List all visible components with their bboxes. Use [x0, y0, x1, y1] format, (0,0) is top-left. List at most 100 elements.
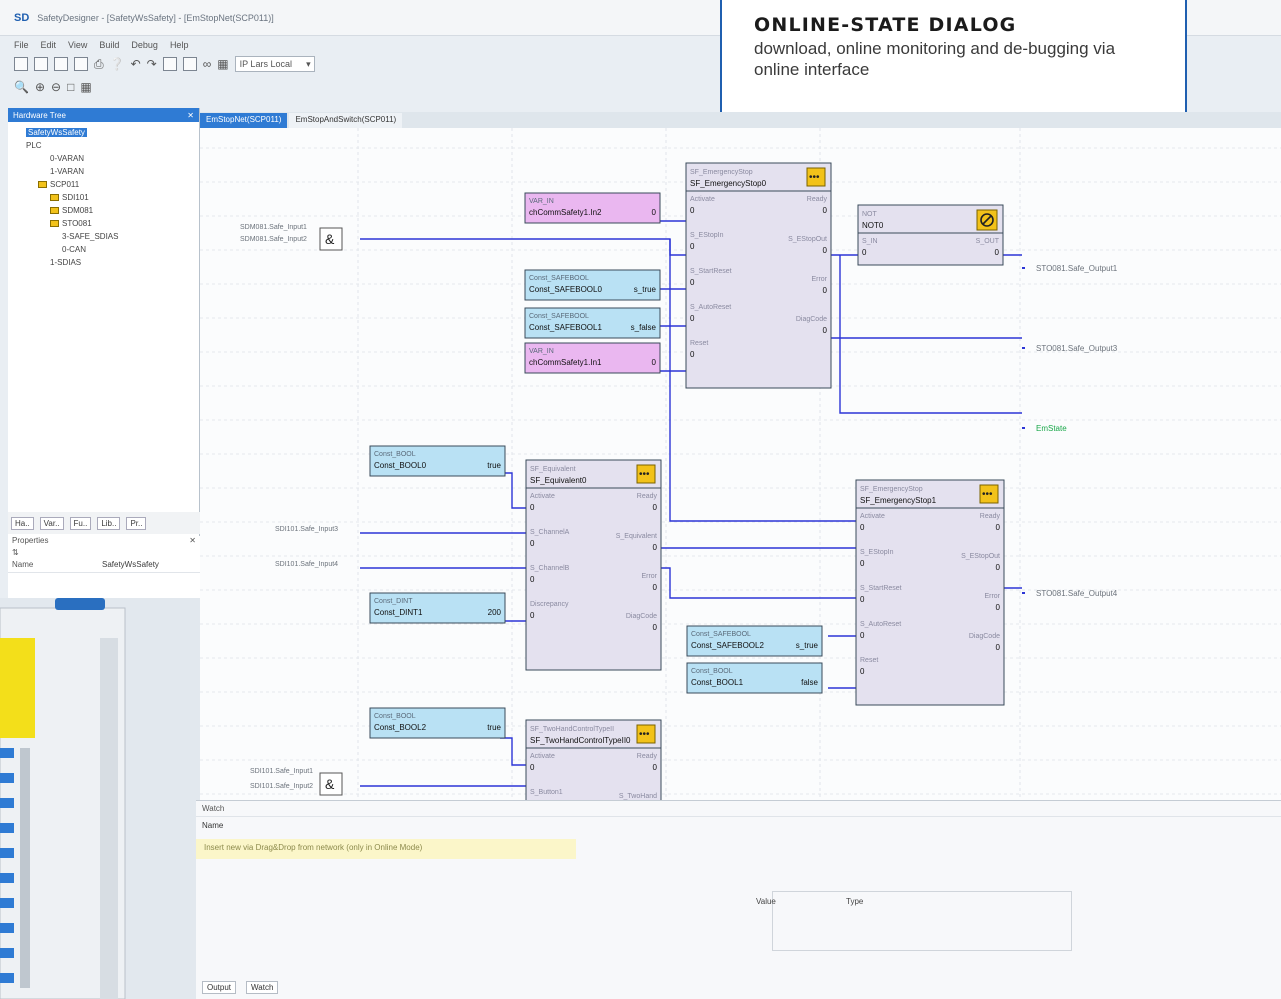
tree-item[interactable]: STO081 — [14, 217, 193, 230]
tab-output[interactable]: Output — [202, 981, 237, 994]
block-input-pin: S_StartReset — [860, 585, 902, 592]
search-icon[interactable]: 🔍 — [14, 80, 29, 94]
watch-grid — [772, 891, 1072, 951]
tab-hardware[interactable]: Ha.. — [11, 516, 34, 530]
tab-emstopnet[interactable]: EmStopNet(SCP011) — [200, 113, 288, 128]
new-file-icon[interactable] — [14, 57, 28, 71]
build-icon[interactable] — [162, 57, 177, 71]
watch-column-name: Name — [202, 820, 224, 830]
zoom-out-icon[interactable]: ⊖ — [51, 80, 61, 94]
constant-value: s_true — [796, 641, 819, 650]
tree-item[interactable]: SDI101 — [14, 191, 193, 204]
menu-file[interactable]: File — [14, 40, 29, 50]
block-input-pin: Reset — [860, 657, 878, 664]
constant-type: Const_SAFEBOOL — [529, 313, 589, 320]
block-type: SF_Equivalent — [530, 466, 576, 473]
constant-type: Const_BOOL — [691, 668, 733, 675]
tree-item[interactable]: 1-SDIAS — [14, 256, 193, 269]
tree-item[interactable]: PLC — [14, 139, 193, 152]
block-pin-value: 0 — [823, 326, 828, 335]
block-pin-value: 0 — [653, 763, 658, 772]
watch-panel: Watch Name Insert new via Drag&Drop from… — [196, 800, 1281, 999]
close-icon[interactable]: ✕ — [187, 111, 194, 120]
tree-item[interactable]: 0-CAN — [14, 243, 193, 256]
sort-icon[interactable]: ⇅ — [12, 548, 19, 560]
tree-item[interactable]: SafetyWsSafety — [14, 126, 193, 139]
block-pin-value: 0 — [530, 611, 535, 620]
menu-build[interactable]: Build — [99, 40, 119, 50]
editor-tabs: EmStopNet(SCP011) EmStopAndSwitch(SCP011… — [200, 112, 1281, 128]
connection-select-value: IP Lars Local — [239, 59, 292, 69]
block-type: SF_EmergencyStop — [690, 169, 753, 176]
save-icon[interactable] — [54, 57, 68, 71]
constant-type: Const_BOOL — [374, 713, 416, 720]
properties-header: Properties ✕ — [8, 536, 200, 548]
block-pin-value: 0 — [690, 278, 695, 287]
constant-name: Const_BOOL2 — [374, 723, 427, 732]
tab-variables[interactable]: Var.. — [39, 516, 64, 530]
constant-type: Const_SAFEBOOL — [691, 631, 751, 638]
connect-icon[interactable]: ∞ — [203, 57, 212, 71]
watch-hint: Insert new via Drag&Drop from network (o… — [196, 839, 576, 859]
tree-item-label: SafetyWsSafety — [26, 128, 87, 137]
save-all-icon[interactable] — [74, 57, 88, 71]
wire — [360, 238, 686, 256]
tree-item[interactable]: 1-VARAN — [14, 165, 193, 178]
menu-help[interactable]: Help — [170, 40, 189, 50]
network-icon[interactable]: ▦ — [217, 57, 228, 71]
tree-item-label: 1-SDIAS — [50, 258, 82, 267]
tree-item[interactable]: SDM081 — [14, 204, 193, 217]
tab-project[interactable]: Pr.. — [126, 516, 147, 530]
menu-view[interactable]: View — [68, 40, 87, 50]
property-row[interactable]: Name SafetyWsSafety — [8, 560, 200, 573]
tab-watch[interactable]: Watch — [246, 981, 279, 994]
menu-edit[interactable]: Edit — [41, 40, 57, 50]
block-input-pin: S_EStopIn — [690, 232, 724, 239]
more-options-dots: ••• — [809, 172, 820, 183]
redo-icon[interactable]: ↷ — [147, 57, 157, 71]
block-type: SF_EmergencyStop — [860, 486, 923, 493]
menu-debug[interactable]: Debug — [131, 40, 158, 50]
help-icon[interactable]: ❔ — [110, 57, 125, 71]
undo-icon[interactable]: ↶ — [131, 57, 141, 71]
tree-item[interactable]: 0-VARAN — [14, 152, 193, 165]
block-output-pin: S_TwoHand — [619, 793, 657, 800]
constant-value: 0 — [652, 358, 657, 367]
block-pin-value: 0 — [690, 350, 695, 359]
tree-item[interactable]: SCP011 — [14, 178, 193, 191]
tab-libraries[interactable]: Lib.. — [97, 516, 121, 530]
zoom-in-icon[interactable]: ⊕ — [35, 80, 45, 94]
download-icon[interactable] — [182, 57, 197, 71]
block-input-pin: S_AutoReset — [690, 304, 731, 311]
block-input-pin: Reset — [690, 340, 708, 347]
block-output-pin: Error — [811, 276, 827, 283]
lock-icon[interactable]: □ — [67, 80, 74, 94]
block-input-pin: Discrepancy — [530, 601, 569, 608]
block-pin-value: 0 — [530, 539, 535, 548]
block-type: SF_TwoHandControlTypeII — [530, 726, 614, 733]
block-pin-value: 0 — [690, 314, 695, 323]
block-pin-value: 0 — [653, 623, 658, 632]
wire — [500, 472, 526, 509]
connection-select[interactable]: IP Lars Local ▾ — [234, 56, 315, 72]
close-icon[interactable]: ✕ — [189, 536, 196, 548]
tree-item[interactable]: 3-SAFE_SDIAS — [14, 230, 193, 243]
input-label: SDI101.Safe_Input1 — [250, 768, 313, 775]
tab-emstopandswitch[interactable]: EmStopAndSwitch(SCP011) — [289, 113, 403, 128]
tab-functions[interactable]: Fu.. — [69, 516, 92, 530]
block-name: SF_TwoHandControlTypeII0 — [530, 736, 631, 745]
grid-icon[interactable]: ▦ — [80, 80, 91, 94]
property-key: Name — [12, 560, 34, 569]
diagram-canvas[interactable]: STO081.Safe_Output1 STO081.Safe_Output3 Em… — [200, 128, 1281, 800]
print-icon[interactable]: ⎙ — [94, 57, 104, 72]
block-output-pin: Error — [984, 593, 1000, 600]
more-options-dots: ••• — [982, 489, 993, 500]
block-pin-value: 0 — [823, 286, 828, 295]
block-name: SF_Equivalent0 — [530, 476, 587, 485]
open-icon[interactable] — [34, 57, 48, 71]
constant-type: VAR_IN — [529, 348, 554, 355]
module-icon — [50, 194, 59, 201]
wire — [839, 255, 1022, 414]
fbd-diagram: STO081.Safe_Output1 STO081.Safe_Output3 Em… — [200, 128, 1281, 800]
more-options-dots: ••• — [639, 729, 650, 740]
